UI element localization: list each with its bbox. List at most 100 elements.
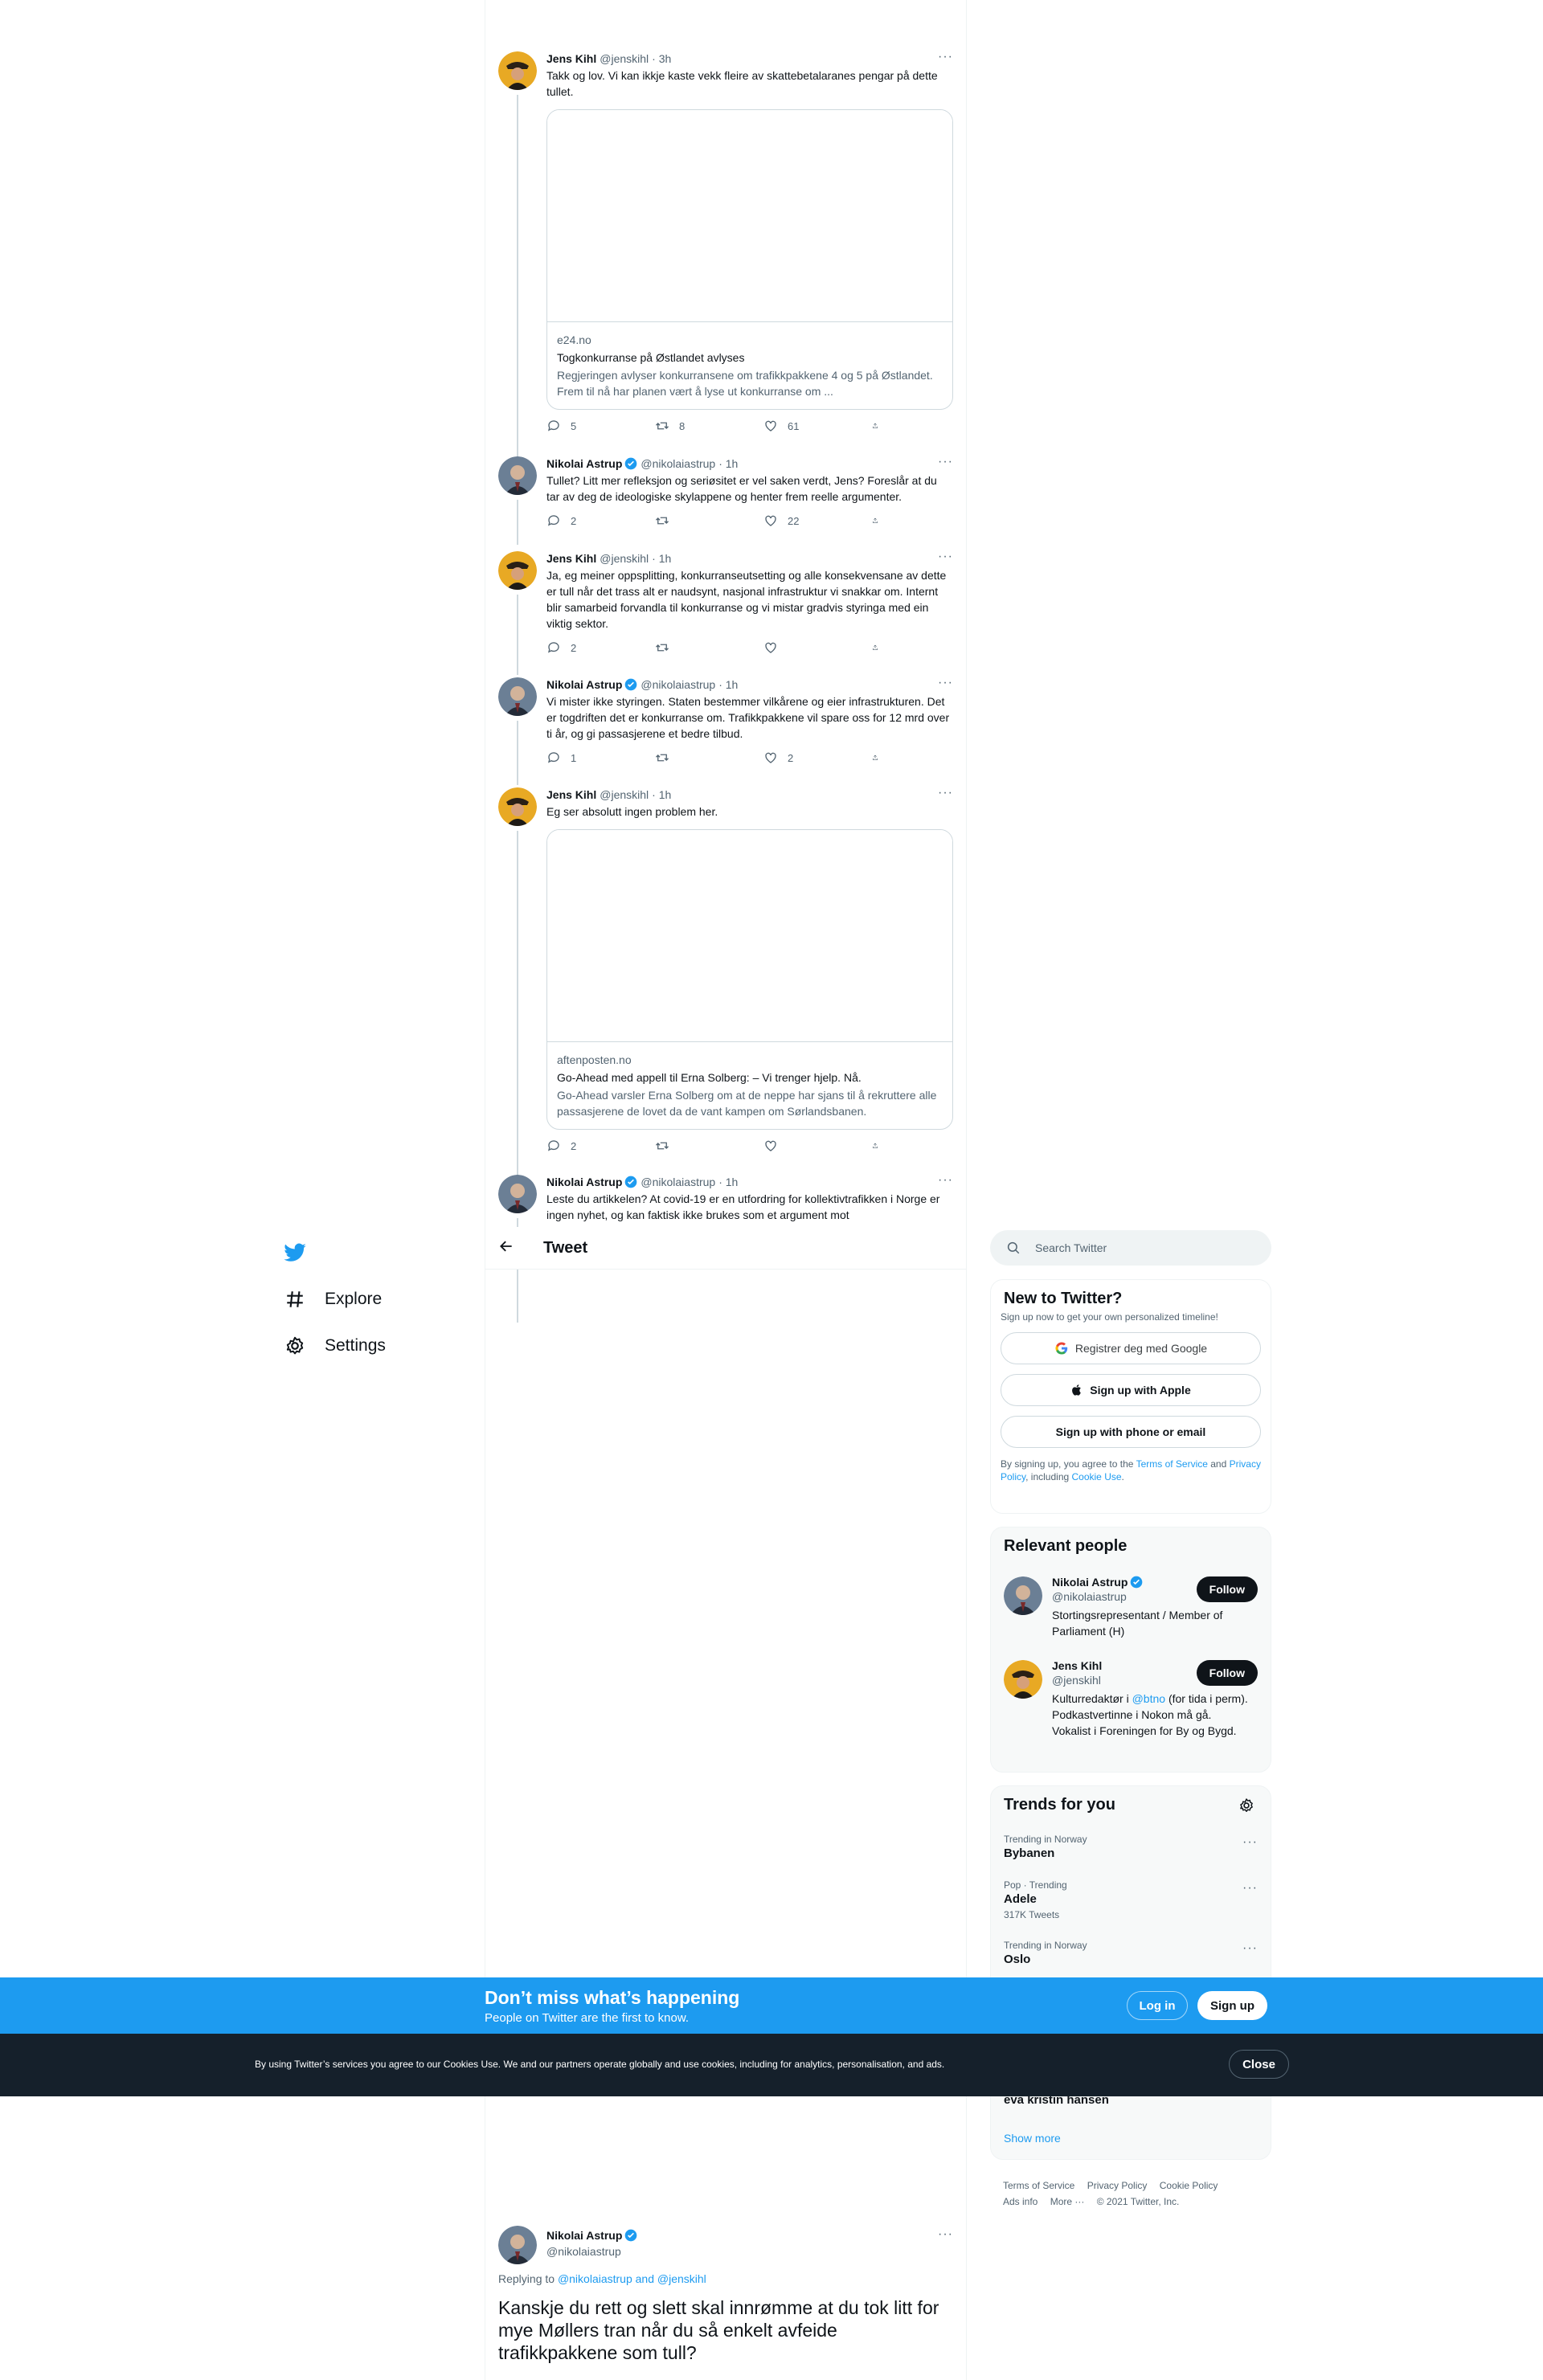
terms-link[interactable]: Terms of Service xyxy=(1136,1458,1208,1470)
like-button[interactable] xyxy=(763,1139,828,1153)
show-more-link[interactable]: Show more xyxy=(1004,2132,1061,2145)
follow-button[interactable]: Follow xyxy=(1196,1576,1258,1602)
reply-button[interactable]: 2 xyxy=(546,1139,611,1153)
share-button[interactable] xyxy=(872,750,888,765)
tweet-time[interactable]: · 1h xyxy=(718,456,738,471)
share-button[interactable] xyxy=(872,640,888,655)
avatar[interactable] xyxy=(498,787,537,826)
author-handle[interactable]: @nikolaiastrup xyxy=(641,456,715,471)
avatar[interactable] xyxy=(498,1175,537,1213)
share-button[interactable] xyxy=(872,513,888,528)
footer-link[interactable]: Cookie Policy xyxy=(1160,2180,1218,2191)
footer-link[interactable]: Terms of Service xyxy=(1003,2180,1074,2191)
share-button[interactable] xyxy=(872,1139,888,1153)
more-options-icon[interactable]: ··· xyxy=(1242,1941,1258,1956)
more-options-icon[interactable]: ··· xyxy=(938,1173,953,1188)
author-handle[interactable]: @jenskihl xyxy=(600,51,649,66)
more-options-icon[interactable]: ··· xyxy=(938,455,953,469)
author-name[interactable]: Nikolai Astrup xyxy=(546,677,622,692)
close-button[interactable]: Close xyxy=(1229,2050,1289,2079)
tweet-time[interactable]: · 1h xyxy=(652,551,671,566)
tweet[interactable]: Jens Kihl @jenskihl · 1h ··· Eg ser abso… xyxy=(485,786,966,1208)
bio-mention-link[interactable]: @btno xyxy=(1132,1692,1165,1705)
more-options-icon[interactable]: ··· xyxy=(938,786,953,800)
cookie-use-link[interactable]: Cookie Use xyxy=(1072,1471,1122,1482)
avatar[interactable] xyxy=(1004,1576,1042,1615)
author-handle[interactable]: @jenskihl xyxy=(600,551,649,566)
tweet-time[interactable]: · 1h xyxy=(652,787,671,802)
tweet[interactable]: Nikolai Astrup @nikolaiastrup · 1h ··· V… xyxy=(485,676,966,785)
avatar[interactable] xyxy=(498,456,537,495)
tweet[interactable]: Jens Kihl @jenskihl · 3h ··· Takk og lov… xyxy=(485,50,966,490)
person-name[interactable]: Nikolai Astrup xyxy=(1052,1576,1128,1589)
author-handle[interactable]: @nikolaiastrup xyxy=(641,677,715,692)
author-handle[interactable]: @nikolaiastrup xyxy=(546,2243,953,2259)
share-button[interactable] xyxy=(872,419,888,433)
follow-button[interactable]: Follow xyxy=(1196,1660,1258,1686)
author-name[interactable]: Nikolai Astrup xyxy=(546,456,622,471)
author-handle[interactable]: @nikolaiastrup xyxy=(641,1175,715,1189)
author-handle[interactable]: @jenskihl xyxy=(600,787,649,802)
tweet[interactable]: Jens Kihl @jenskihl · 1h ··· Ja, eg mein… xyxy=(485,550,966,675)
tweet[interactable]: Nikolai Astrup @nikolaiastrup · 1h ··· L… xyxy=(485,1173,966,1323)
twitter-logo-link[interactable] xyxy=(273,1229,466,1276)
author-name[interactable]: Jens Kihl xyxy=(546,51,596,66)
trend-item[interactable]: Trending in Norway Oslo ··· xyxy=(991,1930,1271,1976)
like-button[interactable]: 61 xyxy=(763,419,828,433)
phone-email-signup-button[interactable]: Sign up with phone or email xyxy=(1001,1416,1261,1448)
person-cell[interactable]: Jens Kihl @jenskihl Kulturredaktør i @bt… xyxy=(991,1649,1271,1748)
author-name[interactable]: Nikolai Astrup xyxy=(546,2229,622,2242)
link-card[interactable]: aftenposten.no Go-Ahead med appell til E… xyxy=(546,829,953,1130)
more-options-icon[interactable]: ··· xyxy=(938,550,953,564)
retweet-button[interactable] xyxy=(655,640,719,655)
tweet[interactable]: Nikolai Astrup @nikolaiastrup · 1h ··· T… xyxy=(485,455,966,545)
reply-button[interactable]: 5 xyxy=(546,419,611,433)
retweet-button[interactable] xyxy=(655,1139,719,1153)
more-options-icon[interactable]: ··· xyxy=(938,676,953,690)
more-options-icon[interactable]: ··· xyxy=(938,50,953,64)
tweet-time[interactable]: · 1h xyxy=(718,1175,738,1189)
avatar[interactable] xyxy=(1004,1660,1042,1699)
author-name[interactable]: Nikolai Astrup xyxy=(546,1175,622,1189)
reply-button[interactable]: 2 xyxy=(546,640,611,655)
person-handle[interactable]: @nikolaiastrup xyxy=(1052,1589,1185,1604)
footer-link[interactable]: Ads info xyxy=(1003,2196,1038,2207)
more-options-icon[interactable]: ··· xyxy=(1242,1835,1258,1850)
google-signup-button[interactable]: Registrer deg med Google xyxy=(1001,1332,1261,1364)
avatar[interactable] xyxy=(498,677,537,716)
gear-icon[interactable] xyxy=(1238,1797,1254,1818)
nav-explore[interactable]: Explore xyxy=(273,1276,466,1323)
replying-to-link[interactable]: @nikolaiastrup and @jenskihl xyxy=(558,2272,706,2285)
apple-signup-button[interactable]: Sign up with Apple xyxy=(1001,1374,1261,1406)
like-button[interactable]: 22 xyxy=(763,513,828,528)
focused-tweet[interactable]: Nikolai Astrup @nikolaiastrup ··· Replyi… xyxy=(485,2226,966,2364)
trend-item[interactable]: Pop · Trending Adele 317K Tweets ··· xyxy=(991,1870,1271,1930)
signup-button[interactable]: Sign up xyxy=(1197,1991,1267,2020)
retweet-button[interactable]: 8 xyxy=(655,419,719,433)
retweet-button[interactable] xyxy=(655,750,719,765)
footer-link[interactable]: Privacy Policy xyxy=(1087,2180,1148,2191)
link-card[interactable]: e24.no Togkonkurranse på Østlandet avlys… xyxy=(546,109,953,410)
like-button[interactable] xyxy=(763,640,828,655)
reply-button[interactable]: 1 xyxy=(546,750,611,765)
person-name[interactable]: Jens Kihl xyxy=(1052,1658,1185,1673)
arrow-left-icon[interactable] xyxy=(498,1238,514,1258)
like-button[interactable]: 2 xyxy=(763,750,828,765)
reply-button[interactable]: 2 xyxy=(546,513,611,528)
avatar[interactable] xyxy=(498,551,537,590)
avatar[interactable] xyxy=(498,51,537,90)
trend-item[interactable]: Trending in Norway Bybanen ··· xyxy=(991,1824,1271,1870)
author-name[interactable]: Jens Kihl xyxy=(546,787,596,802)
footer-link[interactable]: More ··· xyxy=(1050,2196,1085,2207)
person-handle[interactable]: @jenskihl xyxy=(1052,1673,1185,1687)
more-options-icon[interactable]: ··· xyxy=(1242,1881,1258,1895)
tweet-time[interactable]: · 3h xyxy=(652,51,671,66)
login-button[interactable]: Log in xyxy=(1127,1991,1188,2020)
search-input[interactable]: Search Twitter xyxy=(990,1230,1271,1266)
person-cell[interactable]: Nikolai Astrup @nikolaiastrup Stortingsr… xyxy=(991,1565,1271,1649)
more-options-icon[interactable]: ··· xyxy=(938,2227,953,2242)
nav-settings[interactable]: Settings xyxy=(273,1323,466,1369)
avatar[interactable] xyxy=(498,2226,537,2264)
retweet-button[interactable] xyxy=(655,513,719,528)
tweet-time[interactable]: · 1h xyxy=(718,677,738,692)
